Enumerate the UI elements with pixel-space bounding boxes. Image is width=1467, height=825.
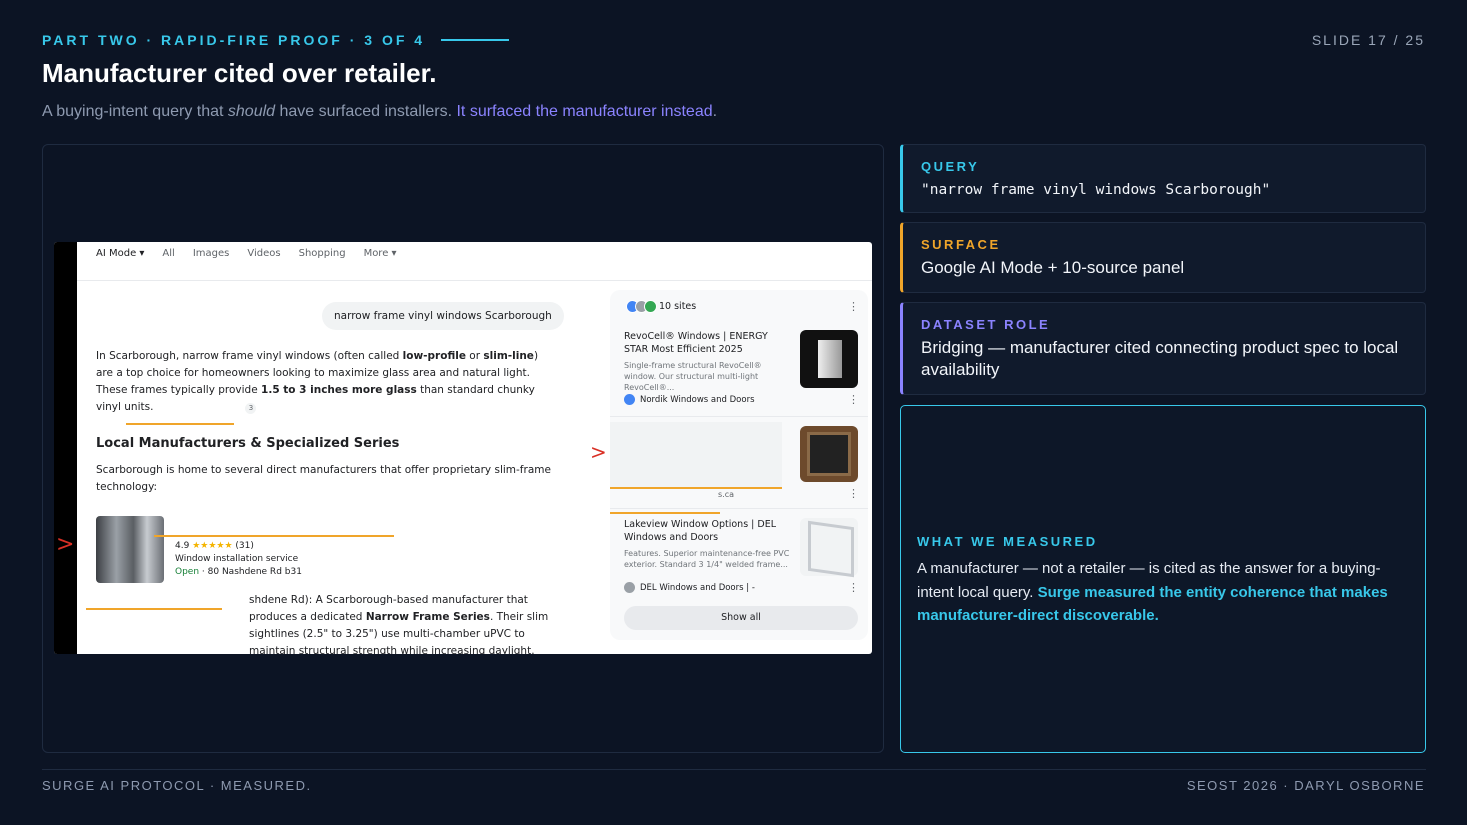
- card-3-menu-icon[interactable]: ⋮: [848, 581, 859, 594]
- citation-badge[interactable]: 3: [245, 403, 257, 414]
- footer-right: SEOST 2026 · DARYL OSBORNE: [1186, 778, 1425, 793]
- chevron-right-icon: >: [56, 532, 75, 557]
- source-card-3-site[interactable]: DEL Windows and Doors | -: [624, 582, 755, 593]
- measured-card: WHAT WE MEASURED A manufacturer — not a …: [900, 405, 1426, 753]
- search-tabs: AI Mode ▾ All Images Videos Shopping Mor…: [96, 248, 397, 259]
- measured-label: WHAT WE MEASURED: [917, 534, 1098, 549]
- window-product-image[interactable]: [800, 518, 858, 576]
- source-card-3-snippet: Features. Superior maintenance-free PVC …: [624, 549, 790, 569]
- p1-d: slim-line: [483, 350, 534, 362]
- tab-all[interactable]: All: [162, 248, 174, 259]
- query-value: "narrow frame vinyl windows Scarborough": [921, 182, 1271, 198]
- search-screenshot: AI Mode ▾ All Images Videos Shopping Mor…: [54, 242, 872, 654]
- surface-card: SURFACE Google AI Mode + 10-source panel: [900, 222, 1426, 293]
- source-card-1-title[interactable]: RevoCell® Windows | ENERGY STAR Most Eff…: [624, 330, 794, 356]
- site-favicon-icon: [624, 394, 635, 405]
- sites-header[interactable]: 10 sites: [626, 300, 696, 313]
- local-listing[interactable]: 4.9 ★★★★★ (31) Window installation servi…: [175, 540, 302, 579]
- p1-c: or: [465, 350, 484, 362]
- query-bubble: narrow frame vinyl windows Scarborough: [322, 302, 564, 330]
- section-heading: Local Manufacturers & Specialized Series: [96, 436, 400, 451]
- local-count: (31): [235, 541, 254, 551]
- card-2-menu-icon[interactable]: ⋮: [848, 487, 859, 500]
- p1-f: 1.5 to 3 inches more glass: [261, 384, 417, 396]
- local-open: Open: [175, 567, 200, 577]
- dataset-role-card: DATASET ROLE Bridging — manufacturer cit…: [900, 302, 1426, 395]
- answer-paragraph-1: In Scarborough, narrow frame vinyl windo…: [96, 348, 556, 416]
- slide-number: SLIDE 17 / 25: [1311, 32, 1425, 48]
- subtitle-end: .: [712, 103, 718, 120]
- eyebrow-text: PART TWO · RAPID-FIRE PROOF · 3 OF 4: [42, 32, 426, 48]
- answer-paragraph-3: shdene Rd): A Scarborough-based manufact…: [96, 592, 556, 654]
- source-card-1-name: Nordik Windows and Doors: [640, 394, 755, 405]
- footer-left: SURGE AI PROTOCOL · MEASURED.: [42, 778, 312, 793]
- query-card: QUERY "narrow frame vinyl windows Scarbo…: [900, 144, 1426, 213]
- favicon-icon: [644, 300, 657, 313]
- p1-b: low-profile: [402, 350, 466, 362]
- local-type: Window installation service: [175, 554, 299, 564]
- section-eyebrow: PART TWO · RAPID-FIRE PROOF · 3 OF 4: [42, 32, 510, 48]
- subtitle-start: A buying-intent query that: [42, 103, 228, 120]
- answer-paragraph-2: Scarborough is home to several direct ma…: [96, 464, 551, 493]
- eyebrow-rule: [441, 39, 510, 41]
- site-favicon-icon: [624, 582, 635, 593]
- subtitle-emphasis: should: [227, 103, 276, 120]
- surface-label: SURFACE: [921, 237, 1001, 252]
- tab-more[interactable]: More ▾: [364, 248, 397, 259]
- card-1-menu-icon[interactable]: ⋮: [848, 393, 859, 406]
- role-label: DATASET ROLE: [921, 317, 1051, 332]
- blank-card-area: [610, 422, 782, 488]
- local-address: · 80 Nashdene Rd b31: [199, 567, 302, 577]
- source-card-1-snippet: Single-frame structural RevoCell® window…: [624, 361, 762, 392]
- window-product-image[interactable]: [800, 330, 858, 388]
- surface-value: Google AI Mode + 10-source panel: [921, 258, 1185, 277]
- window-product-image[interactable]: [800, 426, 858, 482]
- tab-images[interactable]: Images: [193, 248, 230, 259]
- highlight-underline-2: [154, 535, 394, 537]
- p1-a: In Scarborough, narrow frame vinyl windo…: [96, 350, 403, 362]
- slide-title: Manufacturer cited over retailer.: [42, 58, 437, 88]
- tab-ai-mode[interactable]: AI Mode ▾: [96, 248, 144, 259]
- source-card-3-name: DEL Windows and Doors | -: [640, 582, 755, 593]
- tabs-divider: [77, 280, 872, 281]
- card-divider: [610, 416, 868, 417]
- tab-shopping[interactable]: Shopping: [299, 248, 346, 259]
- subtitle-highlight: It surfaced the manufacturer instead: [456, 103, 713, 120]
- role-value: Bridging — manufacturer cited connecting…: [921, 338, 1399, 379]
- highlight-underline-4: [610, 487, 782, 489]
- local-rating: 4.9: [175, 541, 190, 551]
- store-thumbnail[interactable]: [96, 516, 164, 583]
- screenshot-left-bar: [54, 242, 77, 654]
- sources-panel: 10 sites ⋮ RevoCell® Windows | ENERGY ST…: [610, 290, 868, 640]
- panel-menu-icon[interactable]: ⋮: [848, 300, 859, 313]
- measured-text: A manufacturer — not a retailer — is cit…: [917, 557, 1407, 628]
- chevron-right-icon-2: >: [590, 440, 607, 464]
- rating-stars-icon: ★★★★★: [192, 541, 233, 551]
- show-all-button[interactable]: Show all: [624, 606, 858, 630]
- subtitle-mid: have surfaced installers.: [275, 103, 457, 120]
- footer-divider: [42, 769, 1426, 770]
- source-card-1-site[interactable]: Nordik Windows and Doors: [624, 394, 755, 405]
- highlight-underline-1: [126, 423, 234, 425]
- sites-count: 10 sites: [659, 301, 697, 312]
- slide-subtitle: A buying-intent query that should have s…: [42, 103, 717, 121]
- card-divider: [610, 508, 868, 509]
- tab-videos[interactable]: Videos: [247, 248, 280, 259]
- source-card-2-site[interactable]: s.ca: [718, 490, 734, 499]
- highlight-underline-5: [610, 512, 720, 514]
- source-card-3-title[interactable]: Lakeview Window Options | DEL Windows an…: [624, 518, 794, 544]
- p3-b: Narrow Frame Series: [365, 611, 490, 623]
- favicon-stack-icon: [626, 300, 657, 313]
- query-label: QUERY: [921, 159, 980, 174]
